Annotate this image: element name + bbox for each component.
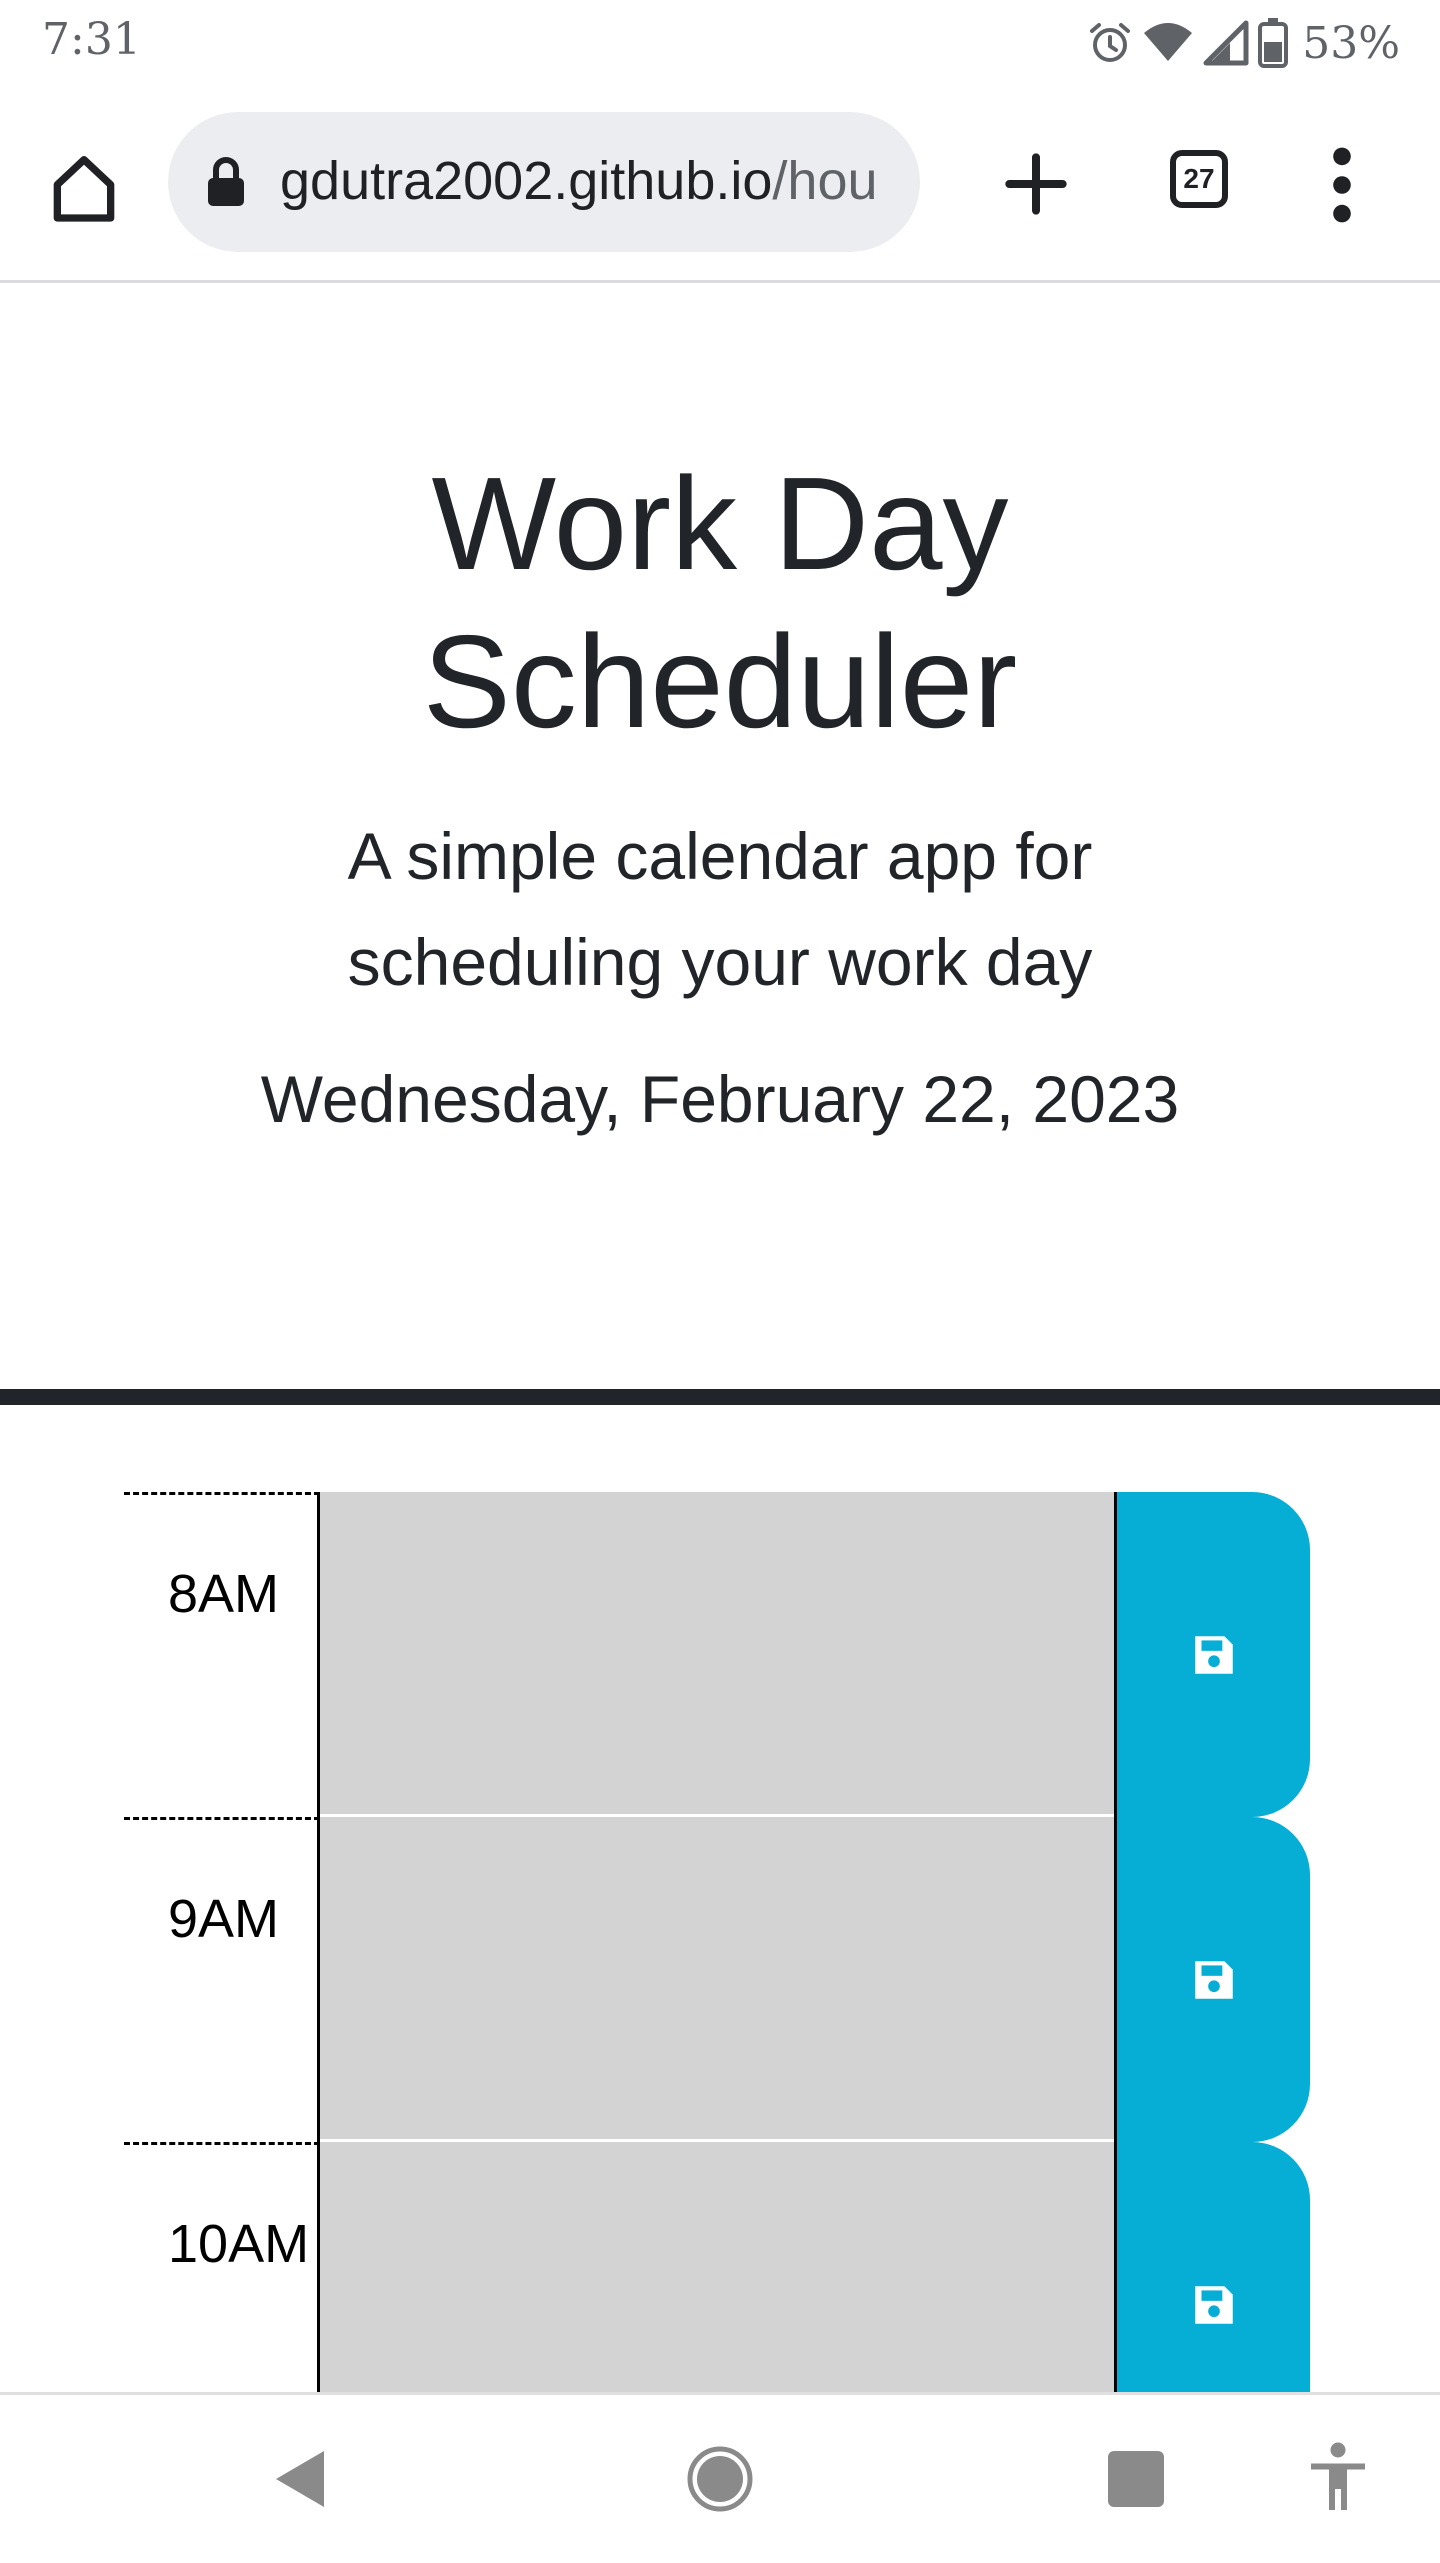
schedule-container: 8AM 9AM 10AM bbox=[124, 1492, 1316, 2467]
floppy-disk-icon bbox=[1194, 1635, 1233, 1674]
hour-column: 9AM bbox=[124, 1817, 320, 2142]
url-host: gdutra2002.github.io bbox=[280, 151, 773, 211]
back-button[interactable] bbox=[272, 2447, 328, 2516]
back-icon bbox=[276, 2451, 324, 2507]
save-button[interactable] bbox=[1114, 1492, 1310, 1817]
status-bar: 7:31 53% bbox=[0, 0, 1440, 88]
recents-button[interactable] bbox=[1108, 2451, 1164, 2512]
recents-icon bbox=[1108, 2451, 1164, 2507]
hour-label: 8AM bbox=[168, 1564, 280, 1624]
accessibility-icon bbox=[1311, 2442, 1365, 2510]
plus-icon bbox=[1005, 153, 1067, 215]
url-path: /hou bbox=[772, 151, 878, 211]
hour-label: 9AM bbox=[168, 1889, 280, 1949]
time-block-row: 8AM bbox=[124, 1492, 1316, 1817]
hour-column: 8AM bbox=[124, 1492, 320, 1817]
lock-icon bbox=[204, 156, 248, 213]
accessibility-button[interactable] bbox=[1308, 2441, 1368, 2518]
floppy-disk-icon bbox=[1194, 2285, 1233, 2324]
more-vert-icon bbox=[1333, 147, 1351, 223]
battery-icon bbox=[1258, 18, 1289, 68]
home-icon bbox=[53, 156, 115, 222]
event-description-input[interactable] bbox=[320, 1817, 1114, 2142]
wifi-icon bbox=[1142, 19, 1194, 67]
current-day: Wednesday, February 22, 2023 bbox=[260, 1062, 1180, 1136]
browser-toolbar: gdutra2002.github.io/hou 27 bbox=[0, 88, 1440, 283]
home-circle-icon bbox=[687, 2446, 753, 2512]
page-title: Work Day Scheduler bbox=[422, 450, 1018, 755]
system-home-button[interactable] bbox=[686, 2445, 754, 2518]
save-button[interactable] bbox=[1114, 1817, 1310, 2142]
cell-signal-icon bbox=[1202, 19, 1250, 67]
address-bar[interactable]: gdutra2002.github.io/hou bbox=[168, 112, 920, 252]
home-button[interactable] bbox=[44, 148, 124, 228]
page-header: Work Day Scheduler A simple calendar app… bbox=[0, 283, 1440, 1405]
alarm-icon bbox=[1086, 19, 1134, 67]
time-block-row: 9AM bbox=[124, 1817, 1316, 2142]
tab-switcher-button[interactable]: 27 bbox=[1170, 150, 1228, 208]
more-menu-button[interactable] bbox=[1320, 140, 1364, 230]
hour-label: 10AM bbox=[168, 2214, 310, 2274]
status-icons: 53% bbox=[1086, 14, 1400, 72]
tab-count: 27 bbox=[1183, 163, 1215, 194]
system-nav-bar bbox=[0, 2392, 1440, 2563]
floppy-disk-icon bbox=[1194, 1960, 1233, 1999]
new-tab-button[interactable] bbox=[996, 144, 1076, 224]
url-text: gdutra2002.github.io/hou bbox=[280, 150, 910, 212]
battery-percent: 53% bbox=[1302, 17, 1400, 69]
status-time: 7:31 bbox=[42, 14, 141, 65]
page-lead: A simple calendar app for scheduling you… bbox=[347, 819, 1093, 999]
event-description-input[interactable] bbox=[320, 1492, 1114, 1817]
